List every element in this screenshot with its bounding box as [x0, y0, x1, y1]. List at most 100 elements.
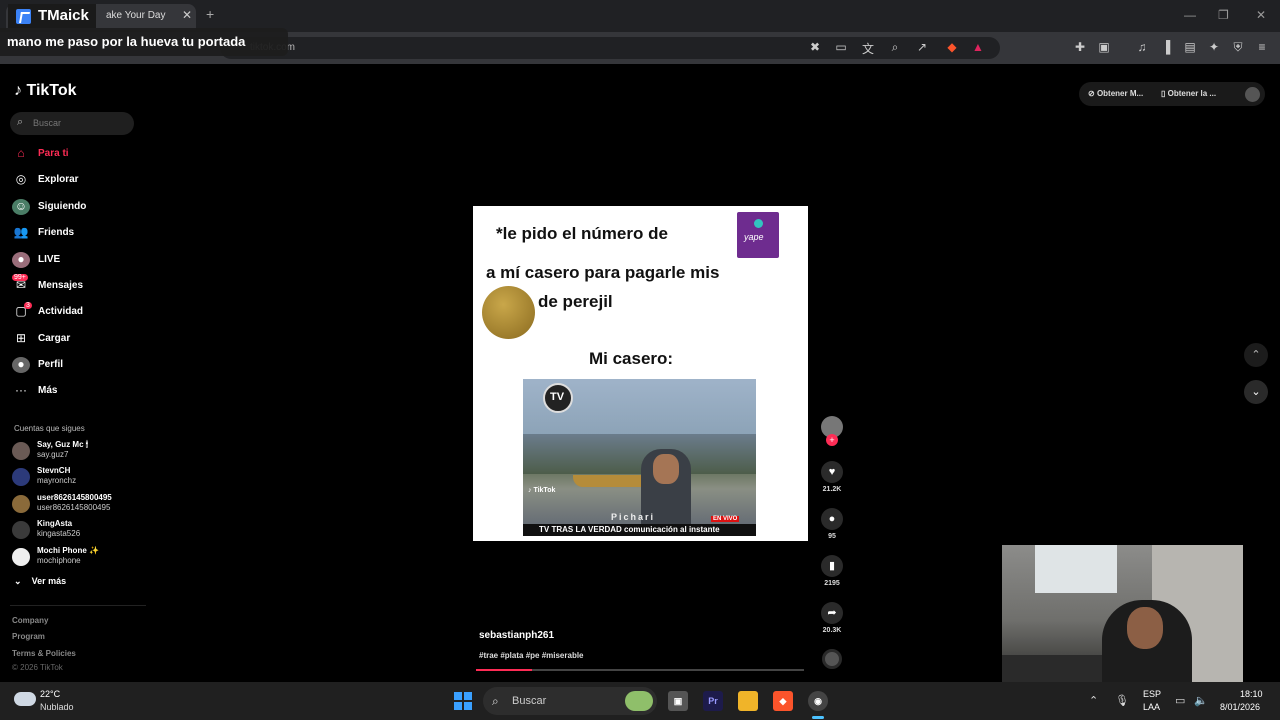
- brave-rewards-icon[interactable]: ▲: [970, 40, 986, 54]
- nav-friends[interactable]: 👥 Friends: [12, 223, 142, 243]
- obs-icon[interactable]: ◉: [808, 691, 828, 711]
- nav-live[interactable]: ● LIVE: [12, 250, 142, 270]
- account-handle: mayronchz: [37, 476, 77, 485]
- tray-overflow-icon[interactable]: ⌃: [1089, 694, 1098, 707]
- see-more-button[interactable]: ⌄ Ver más: [14, 576, 66, 587]
- task-view-icon[interactable]: ▣: [668, 691, 688, 711]
- search-highlight-icon[interactable]: [625, 691, 653, 711]
- restore-icon[interactable]: ❐: [1218, 8, 1229, 22]
- brave-icon[interactable]: ◆: [773, 691, 793, 711]
- network-icon[interactable]: ▭: [1175, 694, 1185, 707]
- zoom-icon[interactable]: ⌕: [887, 40, 903, 55]
- music-icon[interactable]: ♫: [1134, 40, 1150, 54]
- like-button[interactable]: ♥ 21.2K: [821, 461, 843, 493]
- leo-ai-icon[interactable]: ✦: [1206, 40, 1222, 54]
- cast-icon[interactable]: ▭: [833, 40, 849, 54]
- save-button[interactable]: ▮ 2195: [821, 555, 843, 587]
- share-button[interactable]: ➦ 20.3K: [821, 602, 843, 634]
- following-account[interactable]: KingAsta kingasta526: [12, 519, 142, 543]
- tv-logo: TV: [543, 383, 573, 413]
- input-language[interactable]: ESP: [1143, 689, 1161, 699]
- premiere-icon[interactable]: Pr: [703, 691, 723, 711]
- mute-icon[interactable]: ✖: [807, 40, 823, 54]
- cloud-icon[interactable]: [14, 692, 36, 706]
- get-app-label: Obtener M...: [1096, 89, 1144, 98]
- video-author[interactable]: sebastianph261: [479, 630, 554, 641]
- screenshot-icon[interactable]: ▣: [1096, 40, 1112, 54]
- video-player[interactable]: *le pido el número de yape a mí casero p…: [473, 206, 808, 541]
- previous-video-button[interactable]: ⌃: [1244, 343, 1268, 367]
- clock-date[interactable]: 8/01/2026: [1220, 702, 1260, 712]
- next-video-button[interactable]: ⌄: [1244, 380, 1268, 404]
- music-disc-icon[interactable]: [822, 649, 842, 669]
- tab-close-icon[interactable]: ✕: [182, 8, 192, 22]
- follow-plus-icon[interactable]: +: [826, 434, 838, 446]
- windows-start-icon[interactable]: [454, 692, 472, 710]
- footer-program-link[interactable]: Program: [12, 632, 45, 641]
- translate-icon[interactable]: 文: [860, 40, 876, 57]
- following-account[interactable]: Mochi Phone ✨ mochiphone: [12, 546, 142, 570]
- tiktok-note-icon: ♪: [14, 82, 22, 99]
- new-tab-icon[interactable]: +: [206, 6, 214, 22]
- volume-icon[interactable]: 🔈: [1194, 694, 1208, 707]
- get-app-button[interactable]: ⊘ Obtener M...: [1088, 89, 1143, 98]
- input-layout[interactable]: LAA: [1143, 702, 1160, 712]
- search-placeholder: Buscar: [33, 118, 62, 128]
- nav-actividad[interactable]: ▢ 3 Actividad: [12, 302, 142, 322]
- menu-icon[interactable]: ≡: [1254, 40, 1270, 54]
- search-input[interactable]: ⌕ Buscar: [10, 112, 134, 135]
- sidebar-icon[interactable]: ▐: [1158, 40, 1174, 54]
- window-close-icon[interactable]: ✕: [1256, 8, 1266, 22]
- video-progress-bar[interactable]: [476, 669, 804, 671]
- nav-mas[interactable]: ··· Más: [12, 381, 142, 401]
- video-text-line2: a mí casero para pagarle mis: [486, 263, 720, 282]
- clock-icon: ⊘: [1088, 89, 1095, 98]
- brave-shield-icon[interactable]: ◆: [944, 40, 960, 54]
- sidebar-divider: [10, 605, 146, 606]
- extensions-icon[interactable]: ✚: [1072, 40, 1088, 54]
- get-mobile-app-button[interactable]: ▯ Obtener la ...: [1161, 89, 1216, 98]
- live-icon: ●: [12, 252, 30, 268]
- following-account[interactable]: Say, Guz Mc 🕯 say.guz7: [12, 440, 142, 464]
- video-hashtags[interactable]: #trae #plata #pe #miserable: [479, 651, 584, 660]
- home-icon: ⌂: [17, 146, 25, 160]
- account-name: user8626145800495: [37, 493, 112, 502]
- url-field[interactable]: tiktok.com: [220, 37, 1000, 59]
- weather-temp[interactable]: 22°C: [40, 689, 60, 699]
- vpn-icon[interactable]: ⛨: [1230, 40, 1246, 55]
- nav-siguiendo[interactable]: ☺ Siguiendo: [12, 197, 142, 217]
- footer-company-link[interactable]: Company: [12, 616, 48, 625]
- comment-icon: ●: [821, 508, 843, 530]
- tab-title: ake Your Day: [106, 10, 166, 21]
- following-account[interactable]: StevnCH mayronchz: [12, 466, 142, 490]
- user-avatar[interactable]: [1245, 87, 1260, 102]
- clip-head: [653, 454, 679, 484]
- wallet-icon[interactable]: ▤: [1182, 40, 1198, 54]
- activity-badge: 3: [24, 302, 32, 309]
- comment-button[interactable]: ● 95: [821, 508, 843, 540]
- share-arrow-icon: ➦: [821, 602, 843, 624]
- upload-icon: ⊞: [15, 331, 27, 345]
- account-name: Mochi Phone ✨: [37, 546, 99, 555]
- minimize-icon[interactable]: —: [1184, 8, 1196, 22]
- share-icon[interactable]: ↗: [914, 40, 930, 54]
- nav-label: LIVE: [38, 254, 61, 265]
- nav-explorar[interactable]: ◎ Explorar: [12, 170, 142, 190]
- microphone-icon[interactable]: 🎙: [1115, 694, 1129, 707]
- stream-caption-text: mano me paso por la hueva tu portada: [7, 34, 246, 49]
- nav-cargar[interactable]: ⊞ Cargar: [12, 329, 142, 349]
- footer-terms-link[interactable]: Terms & Policies: [12, 649, 76, 658]
- avatar: [12, 442, 30, 460]
- nav-para-ti[interactable]: ⌂ Para ti: [12, 144, 142, 164]
- nav-perfil[interactable]: ● Perfil: [12, 355, 142, 375]
- file-explorer-icon[interactable]: [738, 691, 758, 711]
- avatar: [12, 495, 30, 513]
- nav-mensajes[interactable]: ✉ 99+ Mensajes: [12, 274, 142, 296]
- active-app-indicator: [812, 716, 824, 719]
- weather-desc[interactable]: Nublado: [40, 702, 74, 712]
- tiktok-logo[interactable]: ♪ TikTok: [14, 82, 77, 100]
- clock-time[interactable]: 18:10: [1240, 689, 1263, 699]
- following-account[interactable]: user8626145800495 user8626145800495: [12, 493, 142, 517]
- nav-label: Actividad: [38, 306, 84, 317]
- stream-caption: mano me paso por la hueva tu portada: [0, 28, 288, 56]
